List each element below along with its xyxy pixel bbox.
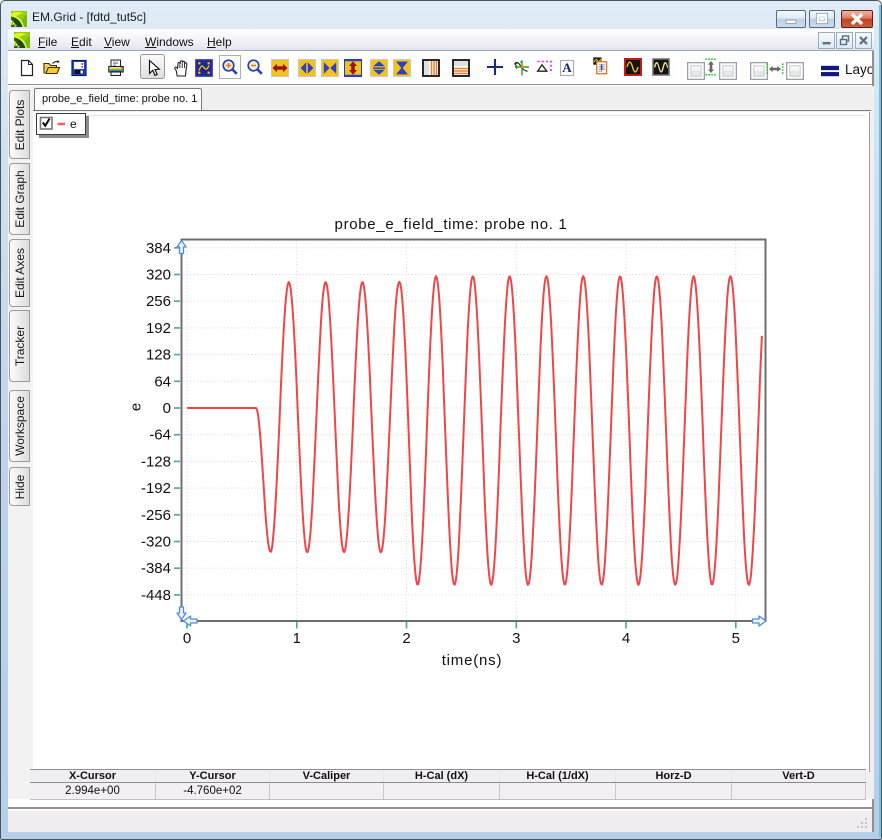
svg-text:A: A	[562, 60, 572, 75]
svg-text:e: e	[70, 117, 77, 131]
